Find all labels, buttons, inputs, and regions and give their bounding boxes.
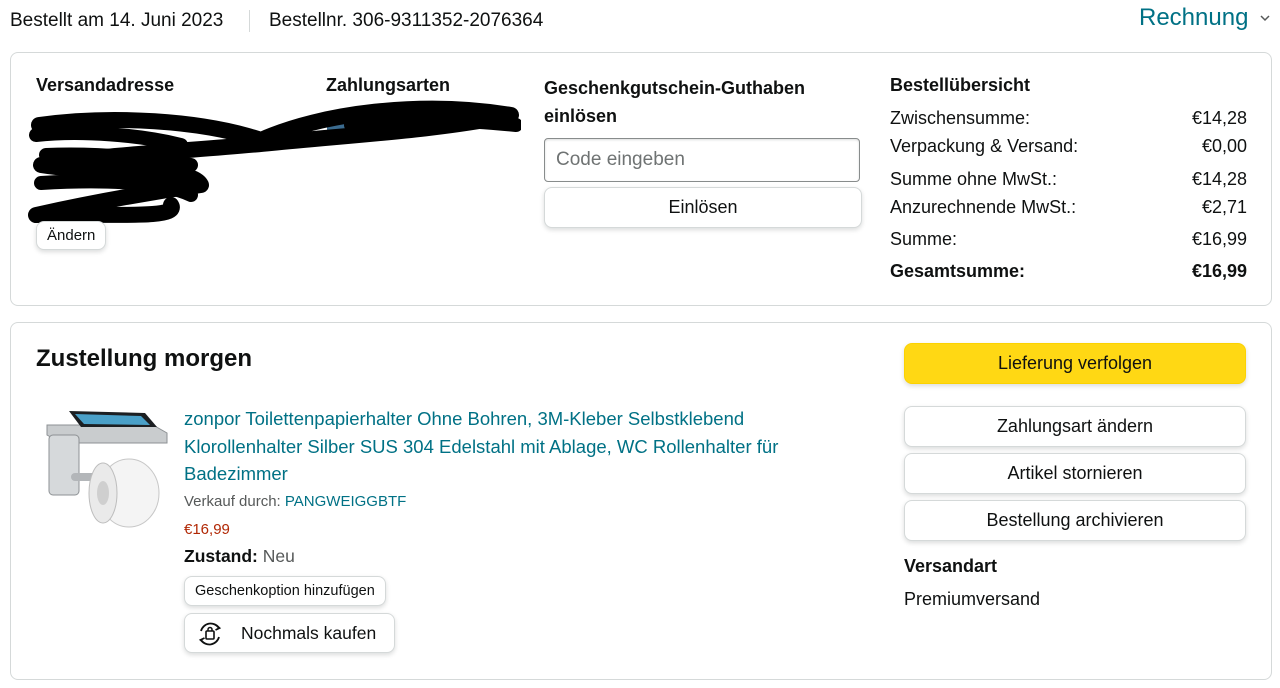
seller-label: Verkauf durch: [184, 493, 281, 510]
summary-label: Summe: [890, 229, 958, 249]
condition-value: Neu [262, 546, 295, 566]
gift-card-heading: Geschenkgutschein-Guthaben einlösen [544, 78, 806, 126]
redacted-address-scribble [28, 100, 521, 223]
add-gift-option-button[interactable]: Geschenkoption hinzufügen [184, 576, 386, 606]
summary-value: €14,28 [1191, 108, 1247, 128]
summary-label: Verpackung & Versand: [890, 136, 1079, 156]
order-summary-heading: Bestellübersicht [890, 75, 1031, 95]
seller-line: Verkauf durch: PANGWEIGGBTF [184, 493, 406, 510]
seller-link[interactable]: PANGWEIGGBTF [285, 493, 406, 510]
product-price: €16,99 [184, 521, 230, 538]
delivery-status-heading: Zustellung morgen [36, 345, 252, 372]
change-payment-button[interactable]: Zahlungsart ändern [904, 406, 1246, 447]
track-package-button[interactable]: Lieferung verfolgen [904, 343, 1246, 384]
summary-value: €16,99 [1191, 261, 1247, 281]
archive-order-button[interactable]: Bestellung archivieren [904, 500, 1246, 541]
summary-label: Zwischensumme: [890, 108, 1031, 128]
summary-label: Gesamtsumme: [890, 261, 1026, 281]
summary-value: €0,00 [1201, 136, 1247, 156]
header-divider [249, 10, 250, 32]
product-title-link[interactable]: zonpor Toilettenpapierhalter Ohne Bohren… [184, 405, 834, 488]
shipping-address-heading: Versandadresse [36, 75, 175, 95]
payment-methods-heading: Zahlungsarten [326, 75, 451, 95]
shipping-method-heading: Versandart [904, 556, 998, 576]
buy-again-button[interactable]: Nochmals kaufen [184, 613, 395, 653]
summary-label: Summe ohne MwSt.: [890, 169, 1058, 189]
summary-value: €14,28 [1191, 169, 1247, 189]
order-info-card: Versandadresse Zahlungsarten Ändern Gesc… [10, 52, 1272, 306]
product-condition: Zustand: Neu [184, 546, 295, 567]
cancel-item-button[interactable]: Artikel stornieren [904, 453, 1246, 494]
condition-label: Zustand: [184, 546, 258, 566]
chevron-down-icon[interactable] [1259, 12, 1271, 24]
order-date: Bestellt am 14. Juni 2023 [10, 10, 224, 31]
redeem-button[interactable]: Einlösen [544, 187, 862, 228]
summary-value: €2,71 [1201, 197, 1247, 217]
buy-again-icon [198, 622, 222, 646]
delivery-card: Zustellung morgen zonpor Toilettenpapier… [10, 322, 1272, 680]
order-header: Bestellt am 14. Juni 2023 Bestellnr. 306… [0, 0, 1280, 44]
change-address-button[interactable]: Ändern [36, 221, 107, 250]
product-image[interactable] [41, 403, 169, 531]
order-number: Bestellnr. 306-9311352-2076364 [269, 10, 544, 31]
shipping-method-value: Premiumversand [904, 589, 1041, 609]
invoice-link[interactable]: Rechnung [1139, 4, 1248, 32]
summary-value: €16,99 [1191, 229, 1247, 249]
buy-again-label: Nochmals kaufen [241, 622, 377, 643]
summary-label: Anzurechnende MwSt.: [890, 197, 1077, 217]
gift-code-input[interactable] [544, 138, 860, 182]
